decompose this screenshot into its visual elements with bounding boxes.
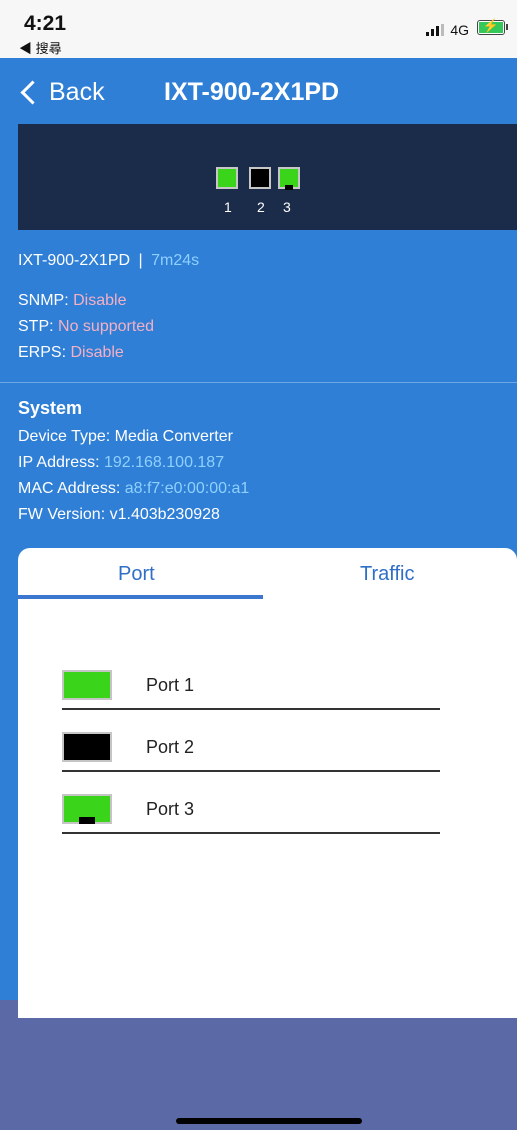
- port-3-status-icon: [62, 794, 112, 824]
- port-row[interactable]: Port 2: [62, 726, 440, 772]
- chevron-left-icon: [20, 80, 45, 105]
- panel-port-1[interactable]: [216, 167, 238, 189]
- home-indicator[interactable]: [176, 1118, 362, 1124]
- nav-bar: Back IXT-900-2X1PD: [0, 58, 517, 124]
- stp-value: No supported: [58, 318, 155, 335]
- port-2-status-icon: [62, 732, 112, 762]
- fw-label: FW Version:: [18, 506, 106, 523]
- port-label: Port 2: [146, 737, 195, 757]
- uptime: 7m24s: [151, 252, 200, 269]
- divider: [0, 382, 517, 383]
- fw-version-row: FW Version: v1.403b230928: [18, 506, 220, 524]
- snmp-value: Disable: [73, 292, 127, 309]
- battery-icon: ⚡: [477, 18, 508, 35]
- status-bar: 4:21 ◀ 搜尋 4G ⚡: [0, 0, 517, 58]
- ip-label: IP Address:: [18, 454, 100, 471]
- ip-value[interactable]: 192.168.100.187: [104, 454, 224, 471]
- device-type-label: Device Type:: [18, 428, 111, 445]
- erps-value: Disable: [70, 344, 124, 361]
- device-type-value: Media Converter: [114, 428, 233, 445]
- device-name: IXT-900-2X1PD: [18, 252, 131, 269]
- active-tab-indicator: [18, 595, 263, 599]
- erps-label: ERPS:: [18, 344, 67, 361]
- panel-port-number: 2: [257, 199, 265, 215]
- snmp-label: SNMP:: [18, 292, 69, 309]
- panel-port-number: 3: [283, 199, 291, 215]
- signal-icon: [426, 24, 445, 36]
- ip-address-row: IP Address: 192.168.100.187: [18, 454, 224, 472]
- port-row[interactable]: Port 3: [62, 788, 440, 834]
- back-label: Back: [49, 78, 105, 106]
- stp-status: STP: No supported: [18, 318, 154, 336]
- back-to-app-link[interactable]: ◀ 搜尋: [19, 38, 62, 57]
- network-type: 4G: [450, 22, 469, 38]
- mac-label: MAC Address:: [18, 480, 121, 497]
- separator: |: [138, 252, 143, 269]
- panel-port-3[interactable]: [278, 167, 300, 190]
- back-button[interactable]: Back: [18, 78, 105, 107]
- mac-address-row: MAC Address: a8:f7:e0:00:00:a1: [18, 480, 249, 498]
- tab-port[interactable]: Port: [118, 563, 155, 586]
- device-type-row: Device Type: Media Converter: [18, 428, 233, 446]
- bottom-bar: [0, 1000, 517, 1130]
- system-heading: System: [18, 398, 83, 418]
- status-time: 4:21: [24, 12, 67, 35]
- port-label: Port 1: [146, 675, 195, 695]
- fw-value: v1.403b230928: [109, 506, 220, 523]
- page-title: IXT-900-2X1PD: [164, 78, 340, 106]
- mac-value: a8:f7:e0:00:00:a1: [124, 480, 250, 497]
- snmp-status: SNMP: Disable: [18, 292, 126, 310]
- stp-label: STP:: [18, 318, 54, 335]
- device-summary: IXT-900-2X1PD | 7m24s: [18, 252, 199, 270]
- tab-traffic[interactable]: Traffic: [360, 563, 414, 586]
- port-row[interactable]: Port 1: [62, 664, 440, 710]
- port-1-status-icon: [62, 670, 112, 700]
- port-traffic-card: [18, 548, 517, 1018]
- status-indicators: 4G: [426, 22, 469, 38]
- port-label: Port 3: [146, 799, 195, 819]
- panel-port-number: 1: [224, 199, 232, 215]
- erps-status: ERPS: Disable: [18, 344, 124, 362]
- panel-port-2[interactable]: [249, 167, 271, 189]
